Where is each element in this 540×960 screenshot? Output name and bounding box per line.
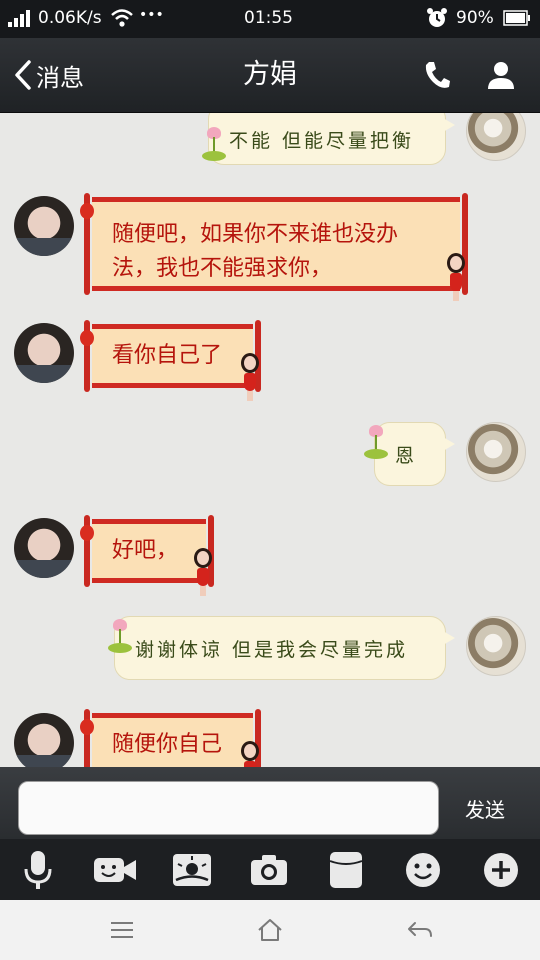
chat-area[interactable]: 不能 但能尽量把衡 随便吧，如果你不来谁也没办 法，我也不能强求你， 看你自己了… — [0, 113, 540, 767]
home-icon — [257, 918, 283, 942]
lotus-decoration-icon — [202, 127, 226, 167]
profile-button[interactable] — [480, 54, 522, 96]
gallery-button[interactable] — [171, 849, 213, 891]
message-text: 不能 但能尽量把衡 — [229, 129, 415, 152]
contact-avatar[interactable] — [14, 518, 74, 578]
menu-button[interactable] — [104, 914, 140, 946]
message-text: 随便吧，如果你不来谁也没办 法，我也不能强求你， — [112, 218, 434, 286]
chevron-left-icon — [14, 60, 32, 90]
message-line: 好吧， — [112, 538, 179, 563]
video-call-icon — [93, 855, 137, 885]
message-line: 随便你自己 — [112, 732, 223, 757]
phone-icon — [423, 60, 451, 90]
message-text: 恩 — [395, 444, 418, 467]
message-bubble[interactable]: 随便吧，如果你不来谁也没办 法，我也不能强求你， — [84, 193, 468, 295]
alarm-icon — [426, 7, 448, 29]
lotus-decoration-icon — [364, 425, 388, 465]
lantern-decoration-icon — [80, 203, 94, 219]
voice-button[interactable] — [17, 849, 59, 891]
page-title: 方娟 — [243, 59, 297, 90]
message-text: 随便你自己 — [112, 728, 227, 762]
network-speed: 0.06K/s — [38, 8, 102, 28]
lantern-decoration-icon — [80, 330, 94, 346]
message-text: 谢谢体谅 但是我会尽量完成 — [135, 638, 409, 661]
message-line: 法，我也不能强求你， — [112, 256, 333, 281]
plus-icon — [483, 852, 519, 888]
message-line: 随便吧，如果你不来谁也没办 — [112, 222, 399, 247]
camera-icon — [250, 854, 288, 886]
lantern-decoration-icon — [80, 719, 94, 735]
girl-sticker-icon — [238, 741, 262, 767]
message-bubble[interactable]: 不能 但能尽量把衡 — [208, 113, 455, 165]
lotus-decoration-icon — [108, 619, 132, 659]
video-call-button[interactable] — [94, 849, 136, 891]
battery-percent: 90% — [456, 8, 494, 28]
more-dots: ••• — [139, 7, 164, 23]
message-input[interactable] — [18, 781, 439, 835]
gallery-icon — [172, 853, 212, 887]
my-avatar[interactable] — [466, 422, 526, 482]
girl-sticker-icon — [191, 548, 215, 596]
composer-bar: 发送 — [0, 767, 540, 839]
message-text: 好吧， — [112, 534, 180, 568]
message-line: 看你自己了 — [112, 343, 223, 368]
message-bubble[interactable]: 看你自己了 — [84, 320, 261, 392]
emoji-button[interactable] — [402, 849, 444, 891]
status-bar: 0.06K/s ••• 01:55 90% — [0, 0, 540, 38]
system-back-button[interactable] — [402, 914, 438, 946]
card-button[interactable] — [325, 849, 367, 891]
profile-icon — [486, 61, 516, 89]
message-bubble[interactable]: 好吧， — [84, 515, 214, 587]
contact-avatar[interactable] — [14, 323, 74, 383]
back-button[interactable]: 消息 — [14, 56, 84, 94]
microphone-icon — [23, 850, 53, 890]
my-avatar[interactable] — [466, 113, 526, 161]
message-text: 看你自己了 — [112, 339, 227, 373]
wifi-icon — [110, 8, 134, 28]
message-bubble[interactable]: 谢谢体谅 但是我会尽量完成 — [114, 616, 455, 680]
signal-icon — [8, 9, 32, 27]
girl-sticker-icon — [444, 253, 468, 301]
emoji-icon — [405, 852, 441, 888]
back-icon — [407, 920, 433, 940]
my-avatar[interactable] — [466, 616, 526, 676]
call-button[interactable] — [416, 54, 458, 96]
more-button[interactable] — [480, 849, 522, 891]
chat-header: 消息 方娟 — [0, 38, 540, 113]
card-icon — [329, 851, 363, 889]
message-bubble[interactable]: 随便你自己 — [84, 709, 261, 767]
camera-button[interactable] — [248, 849, 290, 891]
attachment-toolbar — [0, 839, 540, 900]
home-button[interactable] — [252, 914, 288, 946]
back-label: 消息 — [36, 63, 84, 92]
menu-icon — [110, 921, 134, 939]
battery-icon — [503, 10, 531, 26]
contact-avatar[interactable] — [14, 196, 74, 256]
contact-avatar[interactable] — [14, 713, 74, 767]
clock: 01:55 — [244, 8, 293, 28]
lantern-decoration-icon — [80, 525, 94, 541]
system-navigation — [0, 900, 540, 960]
girl-sticker-icon — [238, 353, 262, 401]
send-button[interactable]: 发送 — [450, 781, 520, 835]
